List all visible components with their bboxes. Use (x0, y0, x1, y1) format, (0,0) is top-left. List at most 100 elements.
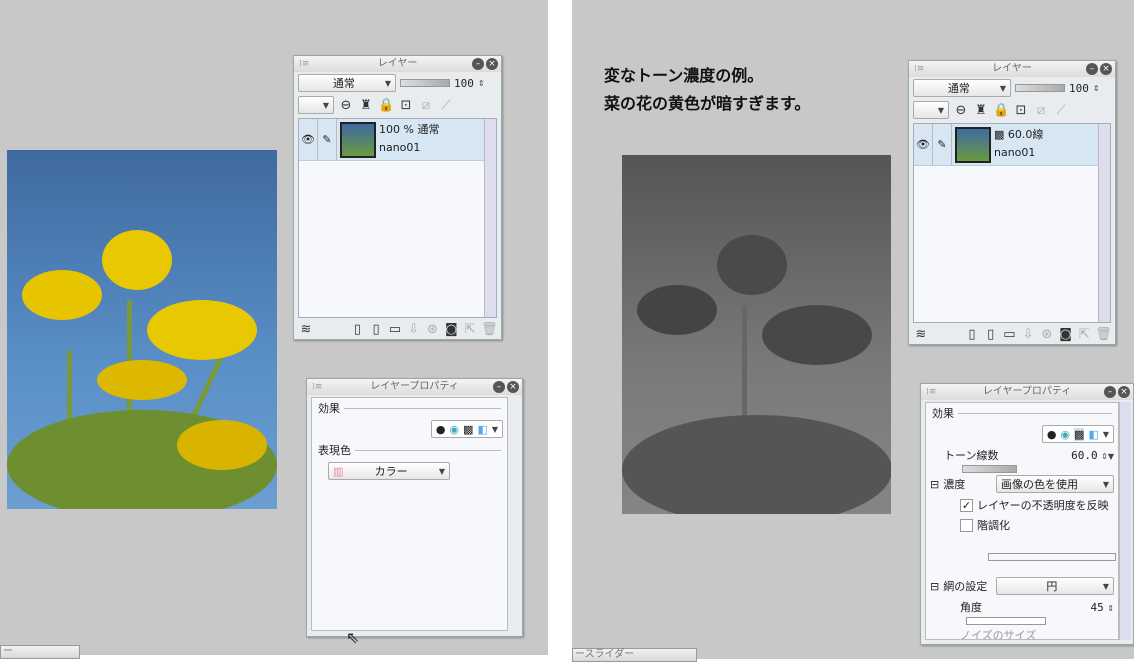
new-folder-icon[interactable]: ▭ (387, 322, 403, 337)
left-screenshot: ⁞≡ レイヤー – × 通常 ▼ 100 ⇕ ▼ ⊖ ♜ 🔒 ⊡ ⧄ ⟋ 👁 ✎ 100 % 通常 n… (0, 0, 548, 659)
tone-lines-value[interactable]: 60.0 (1071, 449, 1098, 462)
eye-icon[interactable]: 👁 (299, 119, 318, 160)
posterize-label: 階調化 (977, 519, 1010, 532)
mask-icon[interactable]: ⧄ (418, 98, 434, 113)
new-vector-layer-icon[interactable]: ▯ (368, 322, 384, 337)
clip-icon[interactable]: ⊖ (338, 98, 354, 113)
trash-icon[interactable]: 🗑 (481, 322, 498, 337)
mask-icon[interactable]: ⧄ (1033, 103, 1049, 118)
close-icon[interactable]: × (1100, 63, 1112, 75)
bottom-panel: ー (0, 645, 80, 659)
tone-lines-label: トーン線数 (944, 449, 999, 462)
merge-icon[interactable]: ⊛ (1039, 327, 1055, 342)
collapse-icon[interactable]: ⊟ (930, 580, 939, 593)
grip-icon[interactable]: ⁞≡ (914, 61, 924, 77)
blend-mode-dropdown[interactable]: 通常 ▼ (298, 74, 396, 92)
mask-add-icon[interactable]: ◙ (1058, 327, 1074, 342)
new-raster-layer-icon[interactable]: ▯ (964, 327, 980, 342)
border-effect-icon[interactable]: ● (1047, 428, 1057, 441)
layer-list: 👁 ✎ 100 % 通常 nano01 (298, 118, 497, 318)
ruler-icon[interactable]: ⟋ (1053, 103, 1069, 118)
ruler-icon[interactable]: ⟋ (438, 98, 454, 113)
canvas-photo-color (7, 150, 277, 509)
angle-label: 角度 (960, 601, 982, 614)
minimize-icon[interactable]: – (493, 381, 505, 393)
lock-icon[interactable]: 🔒 (993, 103, 1009, 118)
new-vector-layer-icon[interactable]: ▯ (983, 327, 999, 342)
opacity-slider[interactable] (400, 79, 450, 87)
posterize-slider[interactable] (988, 553, 1116, 561)
tone-circle-icon[interactable]: ◉ (1060, 428, 1070, 441)
spinner-icon[interactable]: ⇕ (1093, 84, 1100, 93)
layer-color-dropdown[interactable]: ▼ (298, 96, 334, 114)
layer-row[interactable]: 👁 ✎ ▩ 60.0線 nano01 (914, 124, 1098, 166)
minimize-icon[interactable]: – (472, 58, 484, 70)
new-raster-layer-icon[interactable]: ▯ (349, 322, 365, 337)
effect-label: 効果 (932, 407, 954, 420)
lock-transparency-icon[interactable]: ⊡ (1013, 103, 1029, 118)
posterize-checkbox[interactable] (960, 518, 973, 532)
close-icon[interactable]: × (486, 58, 498, 70)
grip-icon[interactable]: ⁞≡ (312, 379, 322, 395)
opacity-value[interactable]: 100 (454, 77, 474, 90)
chevron-down-icon[interactable]: ▼ (1103, 430, 1109, 439)
expression-color-dropdown[interactable]: ▥ カラー ▼ (328, 462, 450, 480)
tone-circle-icon[interactable]: ◉ (449, 423, 459, 436)
close-icon[interactable]: × (1118, 386, 1130, 398)
layer-color-icon[interactable]: ◧ (477, 423, 487, 436)
close-icon[interactable]: × (507, 381, 519, 393)
chevron-down-icon[interactable]: ▼ (492, 425, 498, 434)
collapse-icon[interactable]: ⊟ (930, 478, 939, 491)
reflect-opacity-checkbox[interactable]: ✓ (960, 498, 973, 512)
merge-down-icon[interactable]: ⇩ (1020, 327, 1036, 342)
merge-down-icon[interactable]: ⇩ (406, 322, 422, 337)
reference-icon[interactable]: ♜ (358, 98, 374, 113)
note-line: 変なトーン濃度の例。 (604, 66, 764, 85)
transfer-icon[interactable]: ⇱ (462, 322, 478, 337)
scrollbar[interactable] (484, 119, 496, 317)
layer-color-dropdown[interactable]: ▼ (913, 101, 949, 119)
scrollbar[interactable] (1119, 402, 1131, 640)
reference-icon[interactable]: ♜ (973, 103, 989, 118)
spinner-icon[interactable]: ⇕▼ (1101, 452, 1114, 461)
minimize-icon[interactable]: – (1104, 386, 1116, 398)
canvas-photo-tone (622, 155, 891, 514)
layer-properties-panel: ⁞≡ レイヤープロパティ – × 効果 ● ◉ ▩ ◧ ▼ トーン線数 60.0 ⇕▼ ⊟ 濃度 画… (920, 383, 1134, 645)
angle-slider[interactable] (966, 617, 1046, 625)
dot-shape-dropdown[interactable]: 円 ▼ (996, 577, 1114, 595)
layer-name: nano01 (379, 141, 421, 154)
scrollbar[interactable] (1098, 124, 1110, 322)
layer-panel: ⁞≡ レイヤー – × 通常 ▼ 100 ⇕ ▼ ⊖ ♜ 🔒 ⊡ ⧄ ⟋ 👁 ✎ ▩ 60.0線 na… (908, 60, 1116, 345)
layer-row[interactable]: 👁 ✎ 100 % 通常 nano01 (299, 119, 484, 161)
density-dropdown[interactable]: 画像の色を使用 ▼ (996, 475, 1114, 493)
tone-icon[interactable]: ▩ (1074, 427, 1085, 441)
trash-icon[interactable]: 🗑 (1095, 327, 1112, 342)
eye-icon[interactable]: 👁 (914, 124, 933, 165)
spinner-icon[interactable]: ⇕ (478, 79, 485, 88)
effect-label: 効果 (318, 402, 340, 415)
transfer-icon[interactable]: ⇱ (1076, 327, 1092, 342)
opacity-value[interactable]: 100 (1069, 82, 1089, 95)
effect-buttons: ● ◉ ▩ ◧ ▼ (430, 420, 503, 438)
lock-icon[interactable]: 🔒 (378, 98, 394, 113)
opacity-slider[interactable] (1015, 84, 1065, 92)
merge-icon[interactable]: ⊛ (425, 322, 441, 337)
spinner-icon[interactable]: ⇕ (1107, 604, 1114, 613)
grip-icon[interactable]: ⁞≡ (926, 384, 936, 400)
tone-lines-slider[interactable] (962, 465, 1017, 473)
layers-icon[interactable]: ≋ (913, 327, 929, 342)
grip-icon[interactable]: ⁞≡ (299, 56, 309, 72)
blend-mode-dropdown[interactable]: 通常 ▼ (913, 79, 1011, 97)
lock-transparency-icon[interactable]: ⊡ (398, 98, 414, 113)
new-folder-icon[interactable]: ▭ (1002, 327, 1018, 342)
minimize-icon[interactable]: – (1086, 63, 1098, 75)
reflect-opacity-label: レイヤーの不透明度を反映 (977, 499, 1109, 512)
layers-icon[interactable]: ≋ (298, 322, 314, 337)
clip-icon[interactable]: ⊖ (953, 103, 969, 118)
layer-color-icon[interactable]: ◧ (1088, 428, 1098, 441)
border-effect-icon[interactable]: ● (436, 423, 446, 436)
angle-value[interactable]: 45 (1091, 601, 1104, 614)
tone-icon[interactable]: ▩ (463, 423, 473, 436)
mask-add-icon[interactable]: ◙ (443, 322, 459, 337)
pen-icon: ✎ (318, 119, 337, 160)
